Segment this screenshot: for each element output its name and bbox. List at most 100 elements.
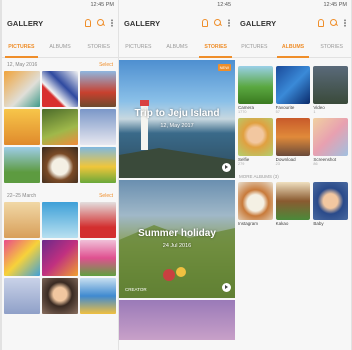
tab-albums[interactable]: ALBUMS: [41, 38, 80, 57]
stories-screen: 12:45 GALLERY PICTURES ALBUMS STORIES NE…: [119, 0, 235, 350]
play-icon[interactable]: [222, 283, 231, 292]
photo-thumbnail[interactable]: [80, 202, 116, 238]
story-card[interactable]: [119, 300, 235, 340]
album-kakao[interactable]: Kakao: [275, 182, 311, 226]
photo-thumbnail[interactable]: [4, 278, 40, 314]
photo-thumbnail[interactable]: [80, 71, 116, 107]
tab-bar: PICTURES ALBUMS STORIES: [2, 38, 118, 58]
photo-thumbnail[interactable]: [80, 147, 116, 183]
pictures-screen: 12:45 PM GALLERY PICTURES ALBUMS STORIES…: [2, 0, 118, 350]
album-screenshot[interactable]: Screenshot 86: [313, 118, 348, 167]
search-icon[interactable]: [330, 19, 338, 27]
album-selfie[interactable]: Selfie 279: [238, 118, 273, 167]
story-date: 12, May 2017: [160, 123, 194, 129]
status-bar: 12:45 PM: [323, 2, 347, 8]
photo-grid: [2, 71, 118, 183]
select-button[interactable]: Select: [99, 193, 113, 199]
photo-thumbnail[interactable]: [4, 109, 40, 145]
section-date: 22–25 March: [7, 192, 37, 199]
story-card[interactable]: NEW Trip to Jeju Island 12, May 2017: [119, 60, 235, 178]
story-date: 24 Jul 2016: [162, 243, 192, 249]
landscape-illustration: [119, 225, 235, 298]
story-title: Summer holiday: [138, 228, 216, 239]
photo-thumbnail[interactable]: [4, 147, 40, 183]
album-cover: [275, 182, 311, 220]
album-cover: [313, 118, 348, 156]
photo-thumbnail[interactable]: [42, 202, 78, 238]
album-cover: [238, 182, 273, 220]
album-name: Baby: [313, 221, 324, 226]
app-title: GALLERY: [7, 19, 44, 28]
more-album-grid: Instagram Kakao Baby: [235, 182, 351, 226]
album-video[interactable]: Video 1: [313, 66, 348, 115]
album-favourite[interactable]: Favourite 57: [275, 66, 311, 115]
tab-albums[interactable]: ALBUMS: [274, 38, 313, 58]
section-header: 12, May 2016 Select: [2, 58, 118, 71]
album-count: 1: [313, 110, 316, 114]
photo-grid: [2, 202, 118, 314]
story-card[interactable]: Summer holiday 24 Jul 2016 CREATOR: [119, 180, 235, 298]
photo-thumbnail[interactable]: [42, 109, 78, 145]
app-title: GALLERY: [124, 19, 161, 28]
photo-thumbnail[interactable]: [42, 71, 78, 107]
album-instagram[interactable]: Instagram: [238, 182, 273, 226]
more-icon[interactable]: [344, 19, 346, 27]
album-name: Kakao: [275, 221, 289, 226]
status-bar: 12:45: [217, 2, 231, 8]
photo-thumbnail[interactable]: [80, 278, 116, 314]
album-count: 23: [275, 162, 280, 166]
tab-pictures[interactable]: PICTURES: [119, 38, 158, 57]
album-count: 1770: [238, 110, 247, 114]
tab-pictures[interactable]: PICTURES: [235, 38, 274, 57]
tab-stories[interactable]: STORIES: [79, 38, 118, 57]
album-cover: [313, 66, 348, 104]
album-camera[interactable]: Camera 1770: [238, 66, 273, 115]
tab-pictures[interactable]: PICTURES: [2, 38, 41, 58]
tab-bar: PICTURES ALBUMS STORIES: [119, 38, 235, 58]
bell-icon[interactable]: [202, 19, 208, 27]
album-name: Instagram: [238, 221, 259, 226]
photo-thumbnail[interactable]: [42, 240, 78, 276]
photo-thumbnail[interactable]: [80, 240, 116, 276]
more-icon[interactable]: [111, 19, 113, 27]
bell-icon[interactable]: [318, 19, 324, 27]
select-button[interactable]: Select: [99, 62, 113, 68]
new-badge: NEW: [217, 64, 231, 71]
photo-thumbnail[interactable]: [4, 202, 40, 238]
search-icon[interactable]: [97, 19, 105, 27]
photo-thumbnail[interactable]: [4, 240, 40, 276]
album-cover: [313, 182, 348, 220]
tab-stories[interactable]: STORIES: [312, 38, 351, 57]
albums-screen: 12:45 PM GALLERY PICTURES ALBUMS STORIES…: [235, 0, 351, 350]
tab-stories[interactable]: STORIES: [196, 38, 235, 58]
album-count: 279: [238, 162, 245, 166]
album-download[interactable]: Download 23: [275, 118, 311, 167]
status-bar: 12:45 PM: [90, 2, 114, 8]
app-bar: GALLERY: [235, 9, 351, 38]
album-cover: [275, 66, 311, 104]
album-count: 57: [275, 110, 280, 114]
album-baby[interactable]: Baby: [313, 182, 348, 226]
search-icon[interactable]: [214, 19, 222, 27]
story-caption: CREATOR: [125, 287, 147, 292]
section-header: 22–25 March Select: [2, 189, 118, 202]
album-cover: [275, 118, 311, 156]
story-title: Trip to Jeju Island: [134, 108, 220, 119]
photo-thumbnail[interactable]: [42, 147, 78, 183]
more-icon[interactable]: [228, 19, 230, 27]
album-cover: [238, 118, 273, 156]
app-bar: GALLERY: [2, 9, 118, 38]
photo-thumbnail[interactable]: [42, 278, 78, 314]
photo-thumbnail[interactable]: [80, 109, 116, 145]
photo-thumbnail[interactable]: [4, 71, 40, 107]
tab-bar: PICTURES ALBUMS STORIES: [235, 38, 351, 58]
more-albums-header[interactable]: MORE ALBUMS (3): [235, 167, 351, 182]
album-cover: [238, 66, 273, 104]
play-icon[interactable]: [222, 163, 231, 172]
album-grid: Camera 1770 Favourite 57 Video 1 Selfie …: [235, 58, 351, 167]
app-bar: GALLERY: [119, 9, 235, 38]
app-title: GALLERY: [240, 19, 277, 28]
bell-icon[interactable]: [85, 19, 91, 27]
section-date: 12, May 2016: [7, 61, 38, 68]
tab-albums[interactable]: ALBUMS: [158, 38, 197, 57]
